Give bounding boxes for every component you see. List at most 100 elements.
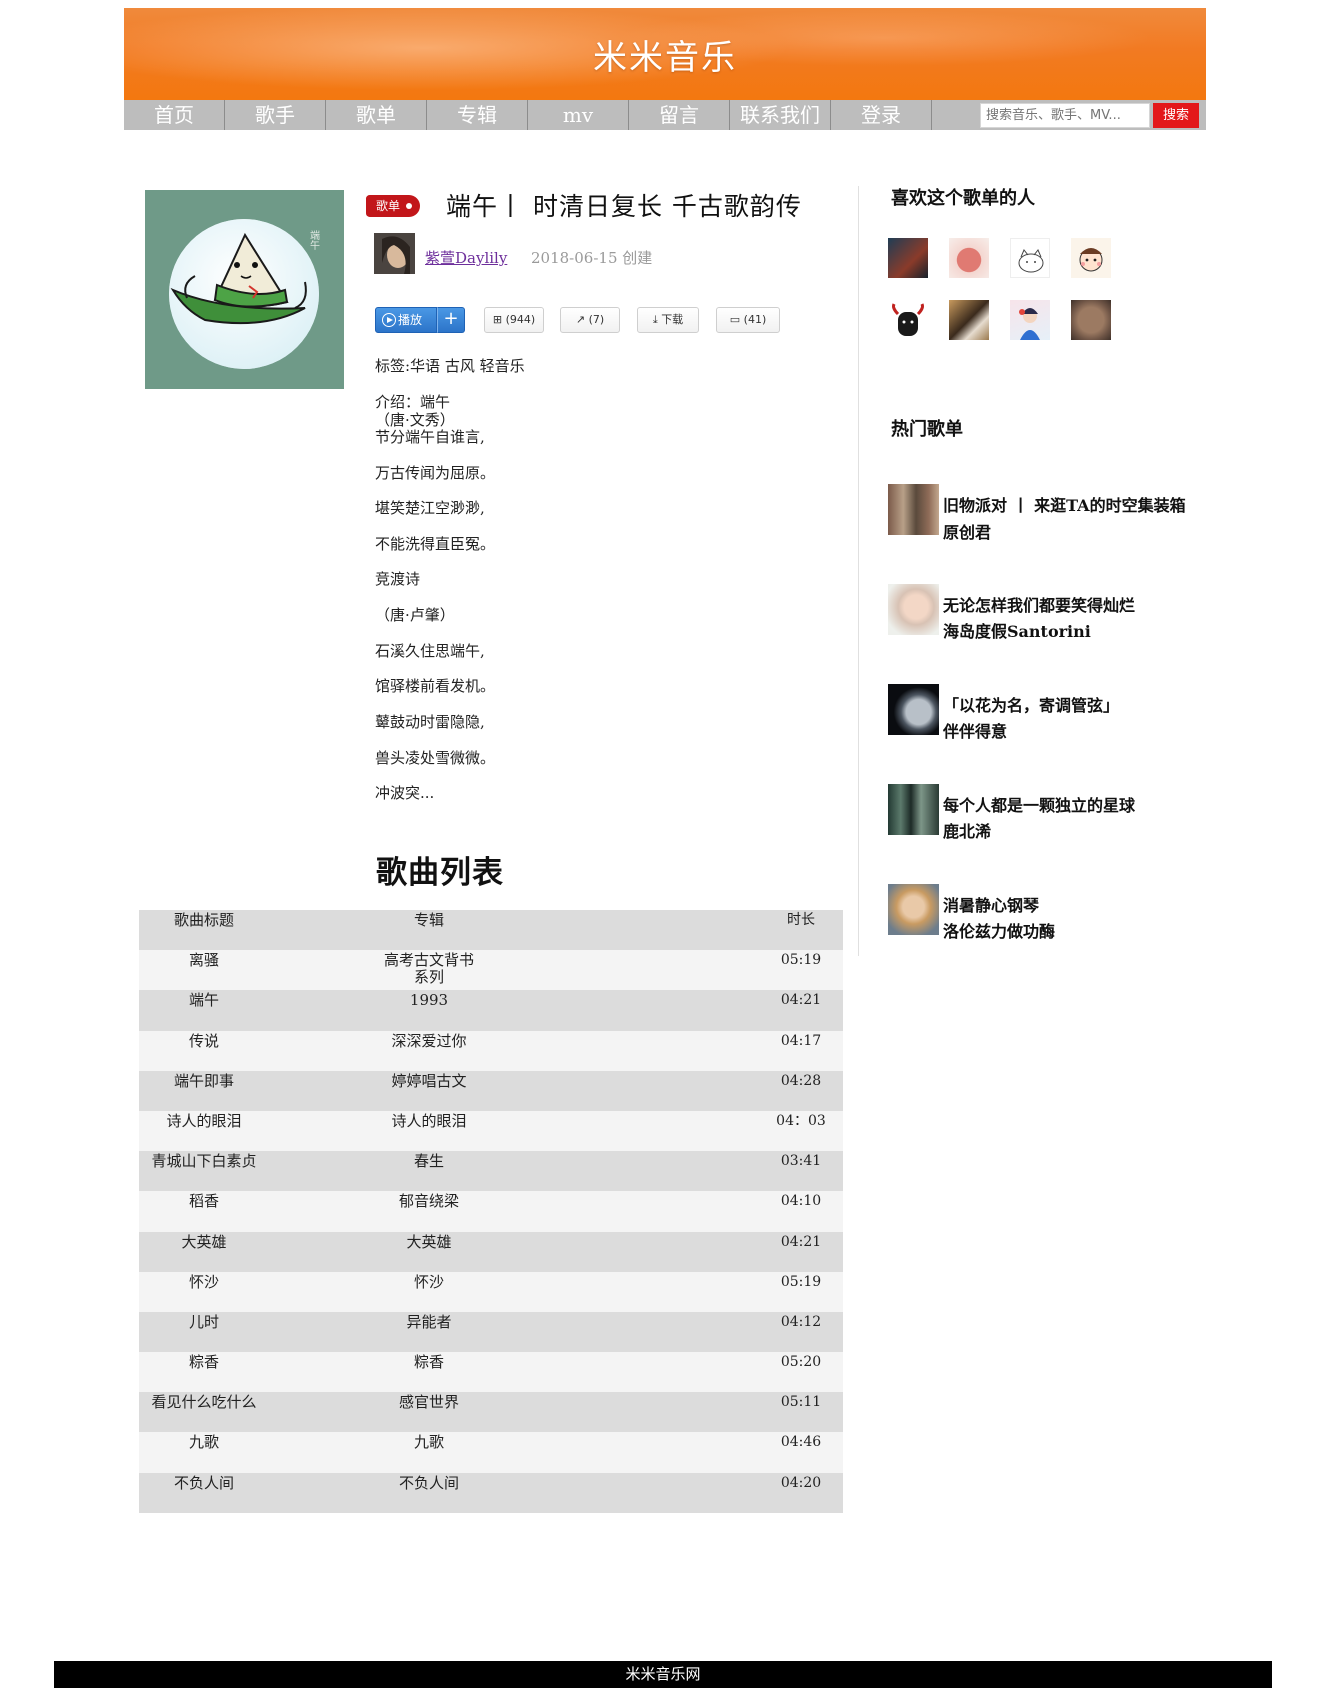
song-title[interactable]: 离骚 <box>139 952 269 969</box>
hot-playlist-cover[interactable] <box>888 484 939 535</box>
song-album[interactable]: 婷婷唱古文 <box>379 1072 479 1090</box>
song-title[interactable]: 传说 <box>139 1032 269 1050</box>
song-duration: 04:12 <box>780 1313 822 1330</box>
table-row[interactable]: 粽香 粽香 05:20 <box>139 1352 843 1393</box>
intro-line: 堪笑楚江空渺渺, <box>375 499 485 517</box>
song-album[interactable]: 异能者 <box>379 1313 479 1331</box>
song-list-heading: 歌曲列表 <box>376 855 504 891</box>
song-title[interactable]: 诗人的眼泪 <box>139 1112 269 1130</box>
download-button[interactable]: ⤓ 下载 <box>637 307 699 333</box>
fan-avatar[interactable] <box>1010 238 1050 278</box>
site-footer: 米米音乐网 <box>54 1661 1272 1688</box>
fan-avatar[interactable] <box>1010 300 1050 340</box>
song-title[interactable]: 粽香 <box>139 1354 269 1371</box>
table-row[interactable]: 诗人的眼泪 诗人的眼泪 04：03 <box>139 1110 843 1152</box>
song-title[interactable]: 青城山下白素贞 <box>139 1153 269 1170</box>
play-button[interactable]: 播放 <box>375 307 437 333</box>
nav-messages[interactable]: 留言 <box>629 100 730 130</box>
hot-playlist-name[interactable]: 每个人都是一颗独立的星球 <box>943 792 1135 816</box>
search-button[interactable]: 搜索 <box>1153 103 1199 128</box>
table-row[interactable]: 大英雄 大英雄 04:21 <box>139 1231 843 1272</box>
song-album[interactable]: 九歌 <box>379 1434 479 1451</box>
table-row[interactable]: 稻香 郁音绕梁 04:10 <box>139 1191 843 1232</box>
song-title[interactable]: 九歌 <box>139 1434 269 1451</box>
table-row[interactable]: 传说 深深爱过你 04:17 <box>139 1030 843 1071</box>
table-row[interactable]: 怀沙 怀沙 05:19 <box>139 1271 843 1312</box>
header-duration: 时长 <box>787 912 815 928</box>
hot-playlist-author[interactable]: 海岛度假Santorini <box>943 618 1091 642</box>
table-row[interactable]: 青城山下白素贞 春生 03:41 <box>139 1151 843 1192</box>
header-title: 歌曲标题 <box>173 911 234 929</box>
comment-button[interactable]: ▭ (41) <box>716 307 780 333</box>
song-title[interactable]: 看见什么吃什么 <box>139 1394 269 1411</box>
song-duration: 05:19 <box>780 952 822 969</box>
table-row[interactable]: 儿时 异能者 04:12 <box>139 1311 843 1353</box>
fan-avatar[interactable] <box>1071 300 1111 340</box>
collect-button[interactable]: ⊞ (944) <box>484 307 544 333</box>
song-album[interactable]: 不负人间 <box>379 1474 479 1492</box>
fan-avatar[interactable] <box>1071 238 1111 278</box>
song-album[interactable]: 春生 <box>379 1153 479 1170</box>
nav-singers[interactable]: 歌手 <box>225 100 326 130</box>
hot-playlist-author[interactable]: 鹿北浠 <box>943 818 991 842</box>
nav-contact[interactable]: 联系我们 <box>730 100 831 130</box>
hot-playlist-name[interactable]: 无论怎样我们都要笑得灿烂 <box>943 592 1135 616</box>
table-row[interactable]: 离骚 高考古文背书系列 05:19 <box>139 950 843 991</box>
nav-playlists[interactable]: 歌单 <box>326 100 427 130</box>
song-duration: 04:46 <box>780 1434 822 1451</box>
song-duration: 03:41 <box>780 1153 822 1170</box>
search-input[interactable] <box>980 103 1150 128</box>
hot-playlist-name[interactable]: 旧物派对 丨 来逛TA的时空集装箱 <box>943 492 1186 516</box>
hot-playlist-name[interactable]: 「以花为名，寄调管弦」 <box>943 692 1119 716</box>
table-header-row: 歌曲标题 专辑 时长 <box>139 910 843 951</box>
creator-avatar[interactable] <box>374 233 415 274</box>
hot-playlist-author[interactable]: 洛伦兹力做功酶 <box>943 918 1055 942</box>
song-album[interactable]: 大英雄 <box>379 1233 479 1251</box>
fan-avatar[interactable] <box>949 300 989 340</box>
cartoon-girl-icon <box>1079 248 1103 272</box>
table-row[interactable]: 端午即事 婷婷唱古文 04:28 <box>139 1070 843 1111</box>
share-count: (7) <box>588 313 605 326</box>
nav-home[interactable]: 首页 <box>124 100 225 130</box>
nav-login[interactable]: 登录 <box>831 100 932 130</box>
song-title[interactable]: 大英雄 <box>139 1233 269 1251</box>
site-title[interactable]: 米米音乐 <box>124 30 1206 79</box>
table-row[interactable]: 端午 1993 04:21 <box>139 990 843 1031</box>
fan-avatar[interactable] <box>888 238 928 278</box>
table-row[interactable]: 看见什么吃什么 感官世界 05:11 <box>139 1392 843 1433</box>
song-title[interactable]: 端午即事 <box>139 1072 269 1090</box>
hot-playlist-cover[interactable] <box>888 784 939 835</box>
hot-playlist-cover[interactable] <box>888 684 939 735</box>
song-duration: 04:21 <box>780 992 822 1009</box>
hot-playlist-cover[interactable] <box>888 584 939 635</box>
fan-avatar[interactable] <box>888 300 928 340</box>
add-to-queue-button[interactable]: + <box>437 307 465 333</box>
table-row[interactable]: 九歌 九歌 04:46 <box>139 1432 843 1473</box>
hot-playlist-author[interactable]: 伴伴得意 <box>943 718 1007 742</box>
song-album[interactable]: 深深爱过你 <box>379 1032 479 1050</box>
creator-link[interactable]: 紫萱Daylily <box>425 247 507 268</box>
song-title[interactable]: 稻香 <box>139 1193 269 1210</box>
song-album[interactable]: 粽香 <box>379 1354 479 1371</box>
song-title[interactable]: 怀沙 <box>139 1273 269 1291</box>
song-album[interactable]: 感官世界 <box>379 1394 479 1411</box>
fan-avatar[interactable] <box>949 238 989 278</box>
song-title[interactable]: 不负人间 <box>139 1474 269 1492</box>
table-row[interactable]: 不负人间 不负人间 04:20 <box>139 1472 843 1513</box>
song-album[interactable]: 高考古文背书系列 <box>379 952 479 986</box>
song-album[interactable]: 郁音绕梁 <box>379 1193 479 1210</box>
share-button[interactable]: ↗ (7) <box>560 307 620 333</box>
nav-albums[interactable]: 专辑 <box>427 100 528 130</box>
hot-playlist-cover[interactable] <box>888 884 939 935</box>
song-duration: 04:17 <box>780 1032 822 1049</box>
nav-mv[interactable]: mv <box>528 100 629 130</box>
song-title[interactable]: 端午 <box>139 992 269 1009</box>
song-album[interactable]: 怀沙 <box>379 1273 479 1291</box>
song-album[interactable]: 1993 <box>379 992 479 1009</box>
song-album[interactable]: 诗人的眼泪 <box>379 1112 479 1130</box>
hot-playlist-name[interactable]: 消暑静心钢琴 <box>943 892 1039 916</box>
intro-line: 不能洗得直臣冤。 <box>375 535 496 553</box>
song-title[interactable]: 儿时 <box>139 1313 269 1331</box>
intro-line: 馆驿楼前看发机。 <box>375 677 496 695</box>
hot-playlist-author[interactable]: 原创君 <box>943 519 991 543</box>
